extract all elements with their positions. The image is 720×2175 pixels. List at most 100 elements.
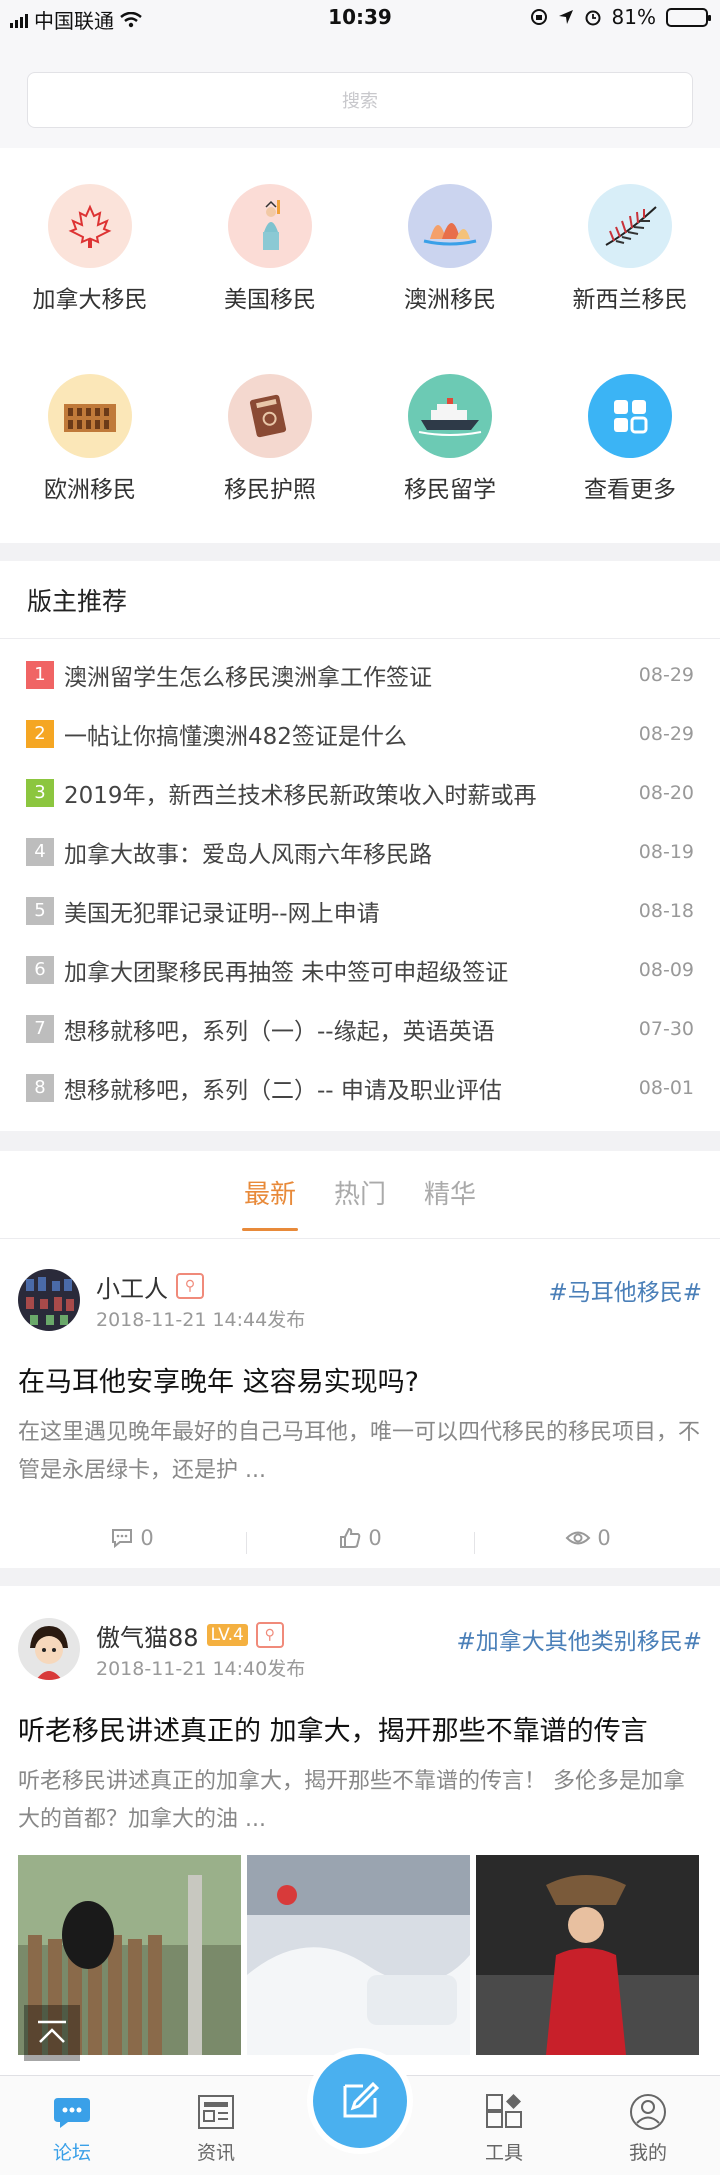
tab-forum[interactable]: 论坛 [0,2076,144,2175]
category-usa[interactable]: 美国移民 [180,156,360,346]
rotation-lock-icon [530,9,547,25]
statue-of-liberty-icon [228,184,312,268]
verified-badge-icon: ⚲ [255,1622,284,1648]
like-count: 0 [368,1526,382,1550]
profile-icon [630,2094,666,2130]
tab-me[interactable]: 我的 [576,2076,720,2175]
recommend-item[interactable]: 4 加拿大故事：爱岛人风雨六年移民路 08-19 [0,822,720,881]
category-grid: 加拿大移民 美国移民 澳洲移民 新西兰移民 欧洲移民 移民护照 移民留学 查看更… [0,148,720,543]
post-time: 2018-11-21 14:40发布 [96,1658,306,1680]
recommend-title: 版主推荐 [0,561,720,639]
ship-icon [408,374,492,458]
tab-news[interactable]: 资讯 [144,2076,288,2175]
alarm-icon [585,10,601,26]
battery-icon [666,7,711,27]
app-page: 中国联通 10:39 81% 搜索 加拿大移民 美国移民 澳洲移民 新西兰移民 … [0,0,720,2175]
view-count: 0 [597,1526,611,1550]
recommend-item-date: 08-29 [638,722,694,745]
recommend-item-title: 加拿大团聚移民再抽签 未中签可申超级签证 [64,959,509,986]
recommend-item[interactable]: 3 2019年，新西兰技术移民新政策收入时薪或再 08-20 [0,763,720,822]
search-input[interactable]: 搜索 [27,72,693,128]
tab-latest[interactable]: 最新 [241,1174,299,1231]
post-image[interactable] [247,1855,470,2055]
colosseum-icon [48,374,132,458]
tab-label: 工具 [484,2142,523,2164]
recommend-item-title: 加拿大故事：爱岛人风雨六年移民路 [64,841,432,868]
post-tag[interactable]: #马耳他移民# [548,1273,702,1307]
recommend-item[interactable]: 2 一帖让你搞懂澳洲482签证是什么 08-29 [0,704,720,763]
tab-label: 我的 [628,2142,667,2164]
category-label: 移民留学 [404,477,496,503]
username[interactable]: 傲气猫88 [96,1618,199,1653]
recommend-item-date: 08-29 [638,663,694,686]
recommend-item[interactable]: 7 想移就移吧，系列（一）--缘起，英语英语 07-30 [0,999,720,1058]
category-australia[interactable]: 澳洲移民 [360,156,540,346]
verified-badge-icon: ⚲ [176,1273,204,1299]
category-newzealand[interactable]: 新西兰移民 [540,156,720,346]
comment-button[interactable]: 0 [18,1526,246,1550]
recommend-item-title: 想移就移吧，系列（二）-- 申请及职业评估 [64,1077,502,1104]
news-icon [198,2095,234,2129]
category-europe[interactable]: 欧洲移民 [0,346,180,536]
recommend-item-date: 07-30 [638,1017,694,1040]
recommend-item-date: 08-19 [638,840,694,863]
recommend-item-title: 澳洲留学生怎么移民澳洲拿工作签证 [64,664,432,691]
status-bar: 中国联通 10:39 81% [0,0,720,36]
recommend-item-title: 想移就移吧，系列（一）--缘起，英语英语 [64,1018,495,1045]
comment-icon [112,1529,133,1549]
rank-badge: 3 [26,778,54,807]
avatar[interactable] [18,1618,80,1680]
username[interactable]: 小工人 [96,1269,168,1304]
category-label: 欧洲移民 [44,477,136,503]
eye-icon [565,1531,591,1545]
category-study[interactable]: 移民留学 [360,346,540,536]
recommend-section: 版主推荐 1 澳洲留学生怎么移民澳洲拿工作签证 08-29 2 一帖让你搞懂澳洲482… [0,561,720,1131]
post-title[interactable]: 在马耳他安享晚年 这容易实现吗? [18,1362,702,1404]
level-badge: LV.4 [206,1624,248,1646]
recommend-item-date: 08-09 [638,958,694,981]
tab-hot[interactable]: 热门 [334,1174,386,1215]
recommend-item[interactable]: 6 加拿大团聚移民再抽签 未中签可申超级签证 08-09 [0,940,720,999]
battery-percent: 81% [611,5,656,29]
post-title[interactable]: 听老移民讲述真正的 加拿大，揭开那些不靠谱的传言 [18,1711,702,1753]
views-indicator: 0 [474,1526,702,1554]
post-actions: 0 0 0 [18,1520,702,1556]
recommend-item-title: 美国无犯罪记录证明--网上申请 [64,900,380,927]
post-excerpt: 在这里遇见晚年最好的自己马耳他，唯一可以四代移民的移民项目，不管是永居绿卡，还是… [18,1420,701,1483]
recommend-item-date: 08-20 [638,781,694,804]
post-tag[interactable]: #加拿大其他类别移民# [456,1622,702,1656]
post-card[interactable]: 小工人 ⚲ 2018-11-21 14:44发布 #马耳他移民# 在马耳他安享晚年… [0,1239,720,1568]
feed-tabs: 最新 热门 精华 [0,1151,720,1239]
post-images [18,1855,702,2055]
recommend-list: 1 澳洲留学生怎么移民澳洲拿工作签证 08-29 2 一帖让你搞懂澳洲482签证是什么… [0,639,720,1117]
grid-icon [588,374,672,458]
rank-badge: 6 [26,955,54,984]
post-time: 2018-11-21 14:44发布 [96,1309,306,1331]
category-more[interactable]: 查看更多 [540,346,720,536]
category-passport[interactable]: 移民护照 [180,346,360,536]
post-image[interactable] [476,1855,699,2055]
thumbs-up-icon [340,1527,361,1548]
tab-featured[interactable]: 精华 [424,1174,476,1215]
category-label: 新西兰移民 [572,287,688,313]
post-excerpt: 听老移民讲述真正的加拿大，揭开那些不靠谱的传言！ 多伦多是加拿大的首都？加拿大的… [18,1769,685,1832]
recommend-item-date: 08-18 [638,899,694,922]
avatar[interactable] [18,1269,80,1331]
recommend-item[interactable]: 5 美国无犯罪记录证明--网上申请 08-18 [0,881,720,940]
rank-badge: 1 [26,660,54,689]
recommend-item[interactable]: 1 澳洲留学生怎么移民澳洲拿工作签证 08-29 [0,645,720,704]
category-label: 查看更多 [584,477,676,503]
rank-badge: 7 [26,1014,54,1043]
search-area: 搜索 [0,36,720,148]
tab-tools[interactable]: 工具 [432,2076,576,2175]
back-to-top-button[interactable] [24,2005,80,2061]
recommend-item[interactable]: 8 想移就移吧，系列（二）-- 申请及职业评估 08-01 [0,1058,720,1117]
forum-icon [54,2098,90,2128]
rank-badge: 5 [26,896,54,925]
recommend-item-title: 一帖让你搞懂澳洲482签证是什么 [64,723,407,750]
compose-button[interactable] [307,2048,413,2154]
opera-house-icon [408,184,492,268]
like-button[interactable]: 0 [246,1526,474,1554]
tab-label: 论坛 [52,2142,91,2164]
category-canada[interactable]: 加拿大移民 [0,156,180,346]
